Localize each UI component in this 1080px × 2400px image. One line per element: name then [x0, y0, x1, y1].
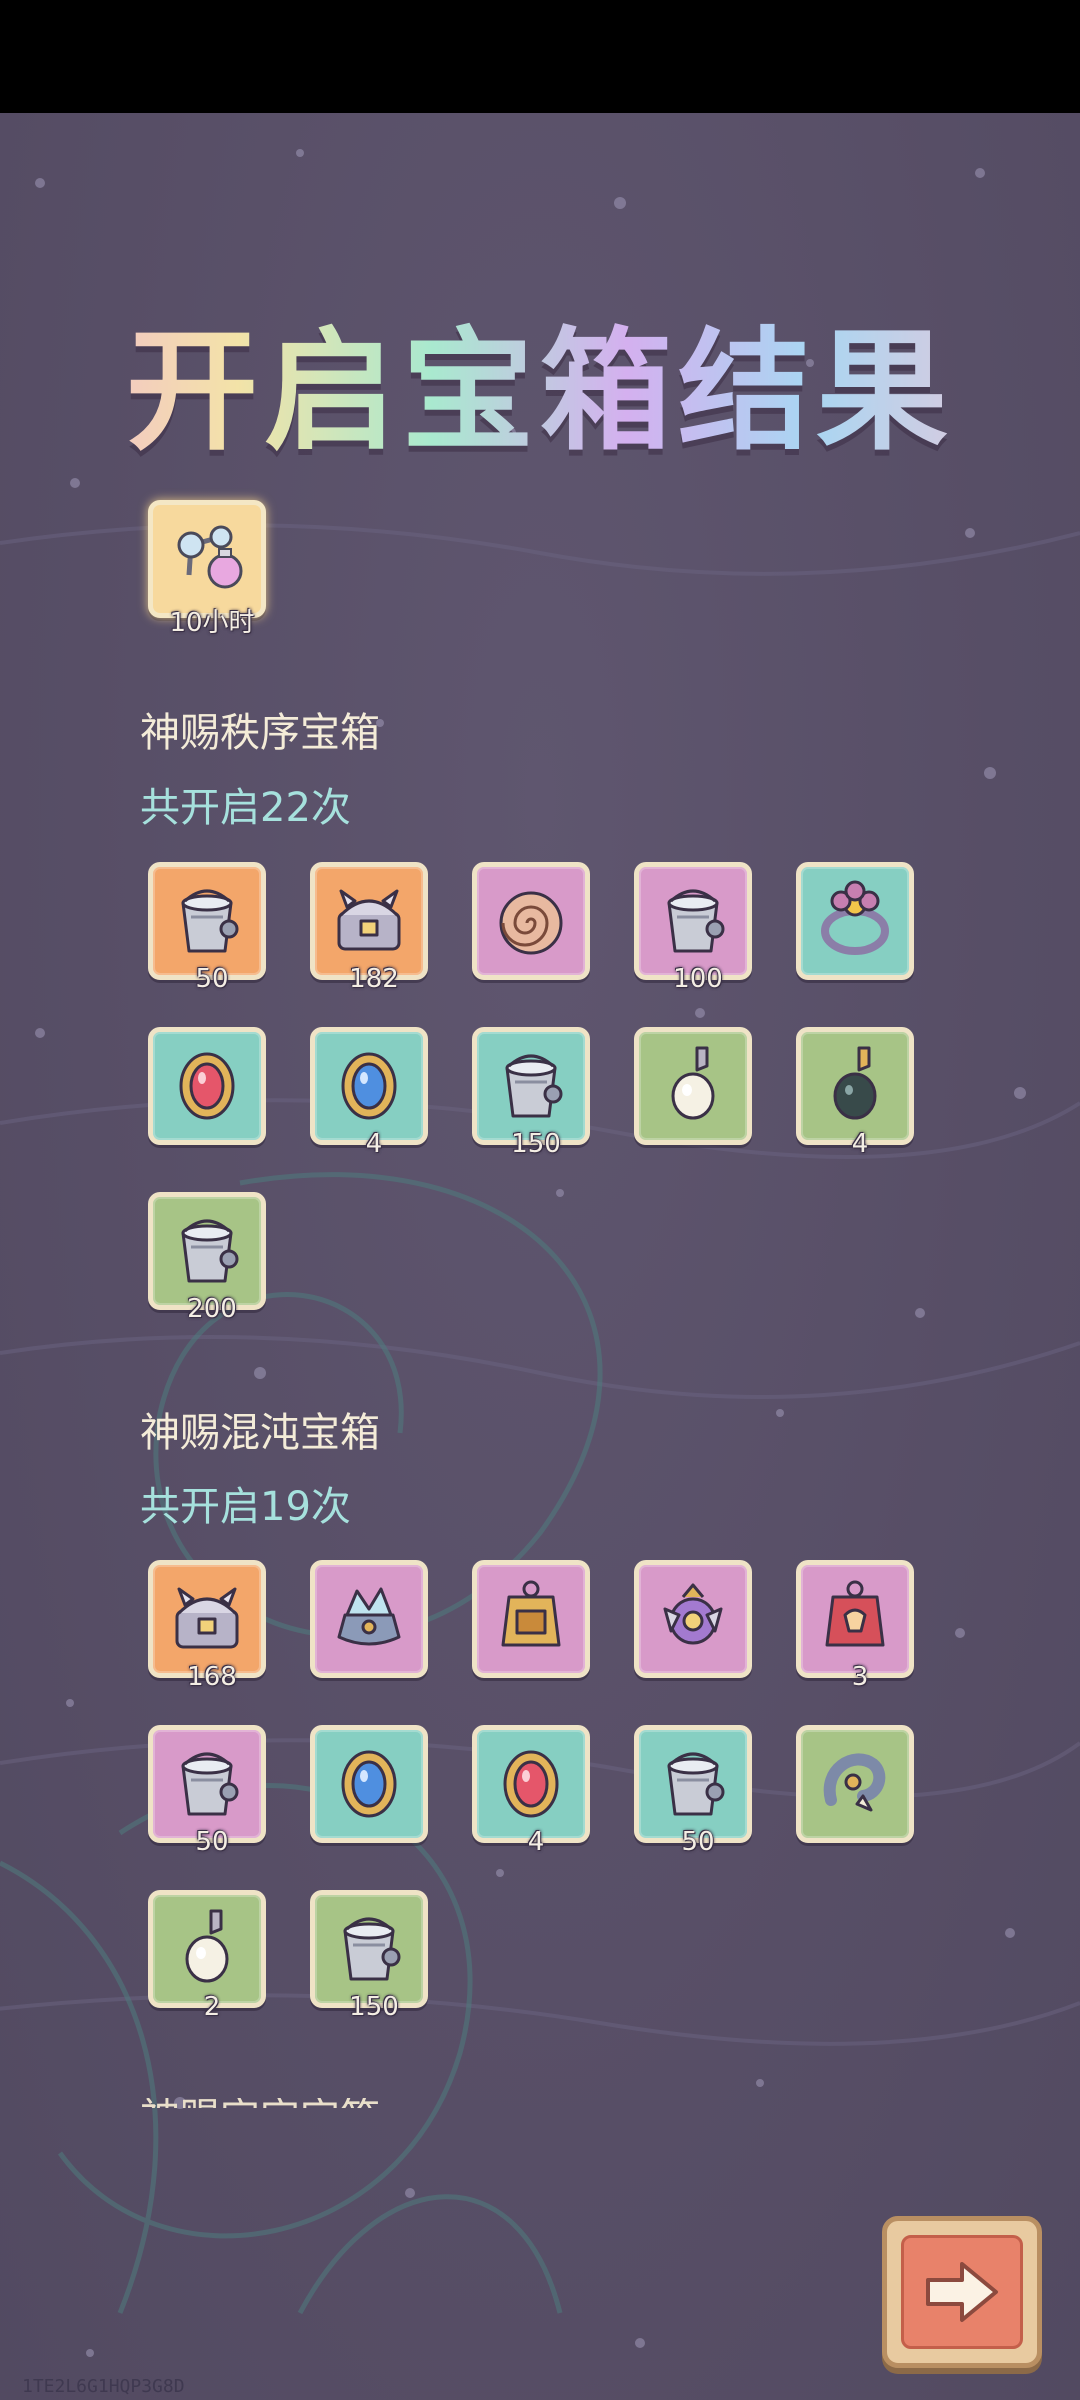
reward-quantity: 4 — [851, 1129, 869, 1159]
white-pearl-pendant-icon — [671, 1046, 715, 1120]
reward-quantity: 4 — [527, 1827, 545, 1857]
reward-tile[interactable]: 2 — [148, 1890, 266, 2022]
reward-tile[interactable] — [796, 862, 914, 980]
red-tag-icon — [825, 1580, 885, 1647]
paint-bucket-icon — [181, 1219, 239, 1283]
white-pearl-pendant-icon — [185, 1909, 229, 1983]
red-gem-amulet-icon — [179, 1052, 235, 1120]
section-name-order-chest: 神赐秩序宝箱 — [140, 710, 380, 756]
paint-bucket-icon — [181, 1752, 239, 1816]
section-count-order-chest: 共开启22次 — [140, 785, 351, 831]
arrow-right-icon — [926, 2262, 998, 2322]
reward-tile[interactable]: 4 — [310, 1027, 428, 1159]
reward-tile[interactable] — [310, 1560, 428, 1678]
next-section-header-cut: 神赐宝宝宝箱 — [140, 2098, 380, 2108]
reward-tile[interactable]: 182 — [310, 862, 428, 994]
reward-tile[interactable] — [634, 1560, 752, 1678]
reward-quantity: 150 — [349, 1992, 399, 2022]
status-bar — [0, 0, 1080, 113]
gold-tag-icon — [501, 1580, 561, 1647]
reward-tile[interactable] — [310, 1725, 428, 1843]
reward-quantity: 100 — [673, 964, 723, 994]
flower-ring-icon — [821, 880, 889, 955]
page-title: 开启宝箱结果 — [0, 285, 1080, 476]
reward-quantity: 182 — [349, 964, 399, 994]
reward-quantity: 4 — [365, 1129, 383, 1159]
reward-tile[interactable]: 150 — [310, 1890, 428, 2022]
next-button[interactable] — [882, 2216, 1042, 2368]
section-name-chaos-chest: 神赐混沌宝箱 — [140, 1410, 380, 1456]
reward-quantity: 168 — [187, 1662, 237, 1692]
reward-tile[interactable]: 100 — [634, 862, 752, 994]
molecule-potion-icon — [177, 525, 243, 589]
reward-tile[interactable]: 4 — [796, 1027, 914, 1159]
reward-tile[interactable]: 50 — [634, 1725, 752, 1857]
armor-chest-icon — [175, 1587, 239, 1649]
reward-quantity: 50 — [195, 1827, 229, 1857]
reward-tile[interactable] — [796, 1725, 914, 1843]
reward-quantity: 200 — [187, 1294, 237, 1324]
time-reward-tile[interactable]: 10小时 — [148, 500, 266, 638]
reward-tile[interactable] — [634, 1027, 752, 1145]
red-gem-amulet-icon — [503, 1750, 559, 1818]
reward-tile[interactable]: 4 — [472, 1725, 590, 1857]
time-reward-label: 10小时 — [169, 608, 255, 638]
blue-gem-amulet-icon — [341, 1750, 397, 1818]
reward-tile[interactable]: 200 — [148, 1192, 266, 1324]
reward-tile[interactable]: 168 — [148, 1560, 266, 1692]
black-pearl-pendant-icon — [833, 1046, 877, 1120]
footer-id: 1TE2L6G1HQP3G8D — [22, 2376, 185, 2397]
armor-chest-icon — [337, 889, 401, 951]
reward-tile[interactable] — [472, 862, 590, 980]
reward-tile[interactable]: 150 — [472, 1027, 590, 1159]
reward-tile[interactable] — [472, 1560, 590, 1678]
reward-tile[interactable] — [148, 1027, 266, 1145]
ammonite-shell-icon — [499, 891, 563, 955]
reward-quantity: 2 — [203, 1992, 221, 2022]
paint-bucket-icon — [181, 889, 239, 953]
reward-quantity: 50 — [681, 1827, 715, 1857]
reward-quantity: 150 — [511, 1129, 561, 1159]
paint-bucket-icon — [343, 1917, 401, 1981]
paint-bucket-icon — [667, 889, 725, 953]
dragon-claw-icon — [823, 1753, 886, 1812]
blue-gem-amulet-icon — [341, 1052, 397, 1120]
reward-quantity: 3 — [851, 1662, 869, 1692]
crystal-crown-icon — [337, 1587, 401, 1646]
reward-tile[interactable]: 3 — [796, 1560, 914, 1692]
section-count-chaos-chest: 共开启19次 — [140, 1484, 351, 1530]
paint-bucket-icon — [505, 1054, 563, 1118]
purple-ornament-icon — [663, 1583, 723, 1645]
reward-quantity: 50 — [195, 964, 229, 994]
paint-bucket-icon — [667, 1752, 725, 1816]
reward-tile[interactable]: 50 — [148, 862, 266, 994]
reward-tile[interactable]: 50 — [148, 1725, 266, 1857]
